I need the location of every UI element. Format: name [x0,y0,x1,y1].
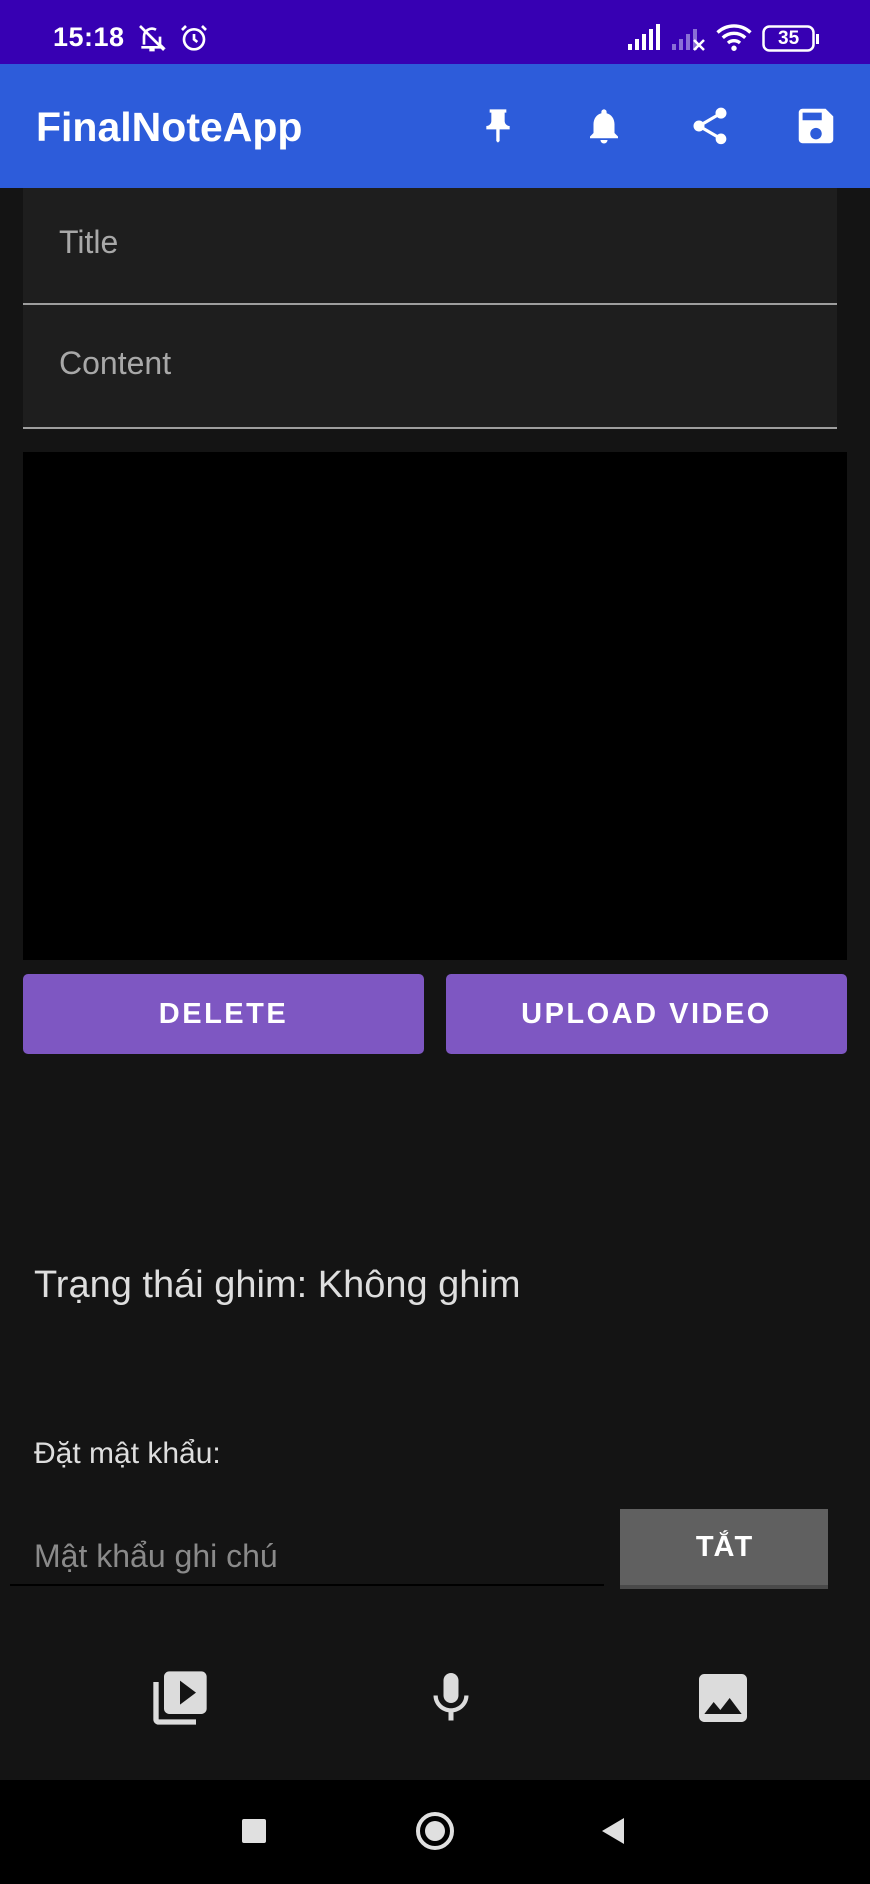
password-toggle-button[interactable]: TẮT [620,1509,828,1589]
video-library-icon [148,1666,212,1735]
square-icon [240,1817,268,1850]
upload-video-button[interactable]: UPLOAD VIDEO [446,974,847,1054]
title-placeholder: Title [59,224,119,260]
password-placeholder: Mật khẩu ghi chú [34,1538,278,1574]
system-nav-bar [0,1780,870,1884]
alarm-icon [178,22,210,59]
reminder-button[interactable] [576,100,632,156]
video-player[interactable] [23,452,847,960]
battery-level: 35 [778,28,800,49]
back-button[interactable] [588,1808,638,1858]
delete-button[interactable]: DELETE [23,974,424,1054]
add-image-button[interactable] [683,1660,763,1740]
app-title: FinalNoteApp [36,104,303,150]
save-icon [793,103,839,154]
pin-status-text: Trạng thái ghim: Không ghim [34,1264,521,1306]
share-button[interactable] [682,100,738,156]
password-input[interactable]: Mật khẩu ghi chú [10,1530,604,1586]
wifi-icon [716,22,752,57]
home-button[interactable] [410,1808,460,1858]
mic-icon [421,1666,481,1735]
signal-no-service-icon [672,24,706,57]
notifications-off-icon [136,22,168,59]
triangle-back-icon [598,1815,628,1852]
recents-button[interactable] [229,1808,279,1858]
status-time: 15:18 [53,22,125,52]
video-library-button[interactable] [140,1660,220,1740]
password-label: Đặt mật khẩu: [34,1437,221,1470]
pin-button[interactable] [470,100,526,156]
content-placeholder: Content [59,345,172,381]
save-button[interactable] [788,100,844,156]
share-icon [688,104,732,153]
bell-icon [583,104,625,153]
content-field[interactable]: Content [23,305,837,429]
pin-icon [478,104,518,153]
record-audio-button[interactable] [411,1660,491,1740]
image-icon [691,1666,755,1735]
circle-icon [414,1810,456,1857]
bottom-toolbar [0,1640,870,1780]
title-field[interactable]: Title [23,188,837,305]
app-bar: FinalNoteApp [0,64,870,188]
signal-icon [628,24,662,57]
status-bar: 15:18 35 [0,0,870,64]
